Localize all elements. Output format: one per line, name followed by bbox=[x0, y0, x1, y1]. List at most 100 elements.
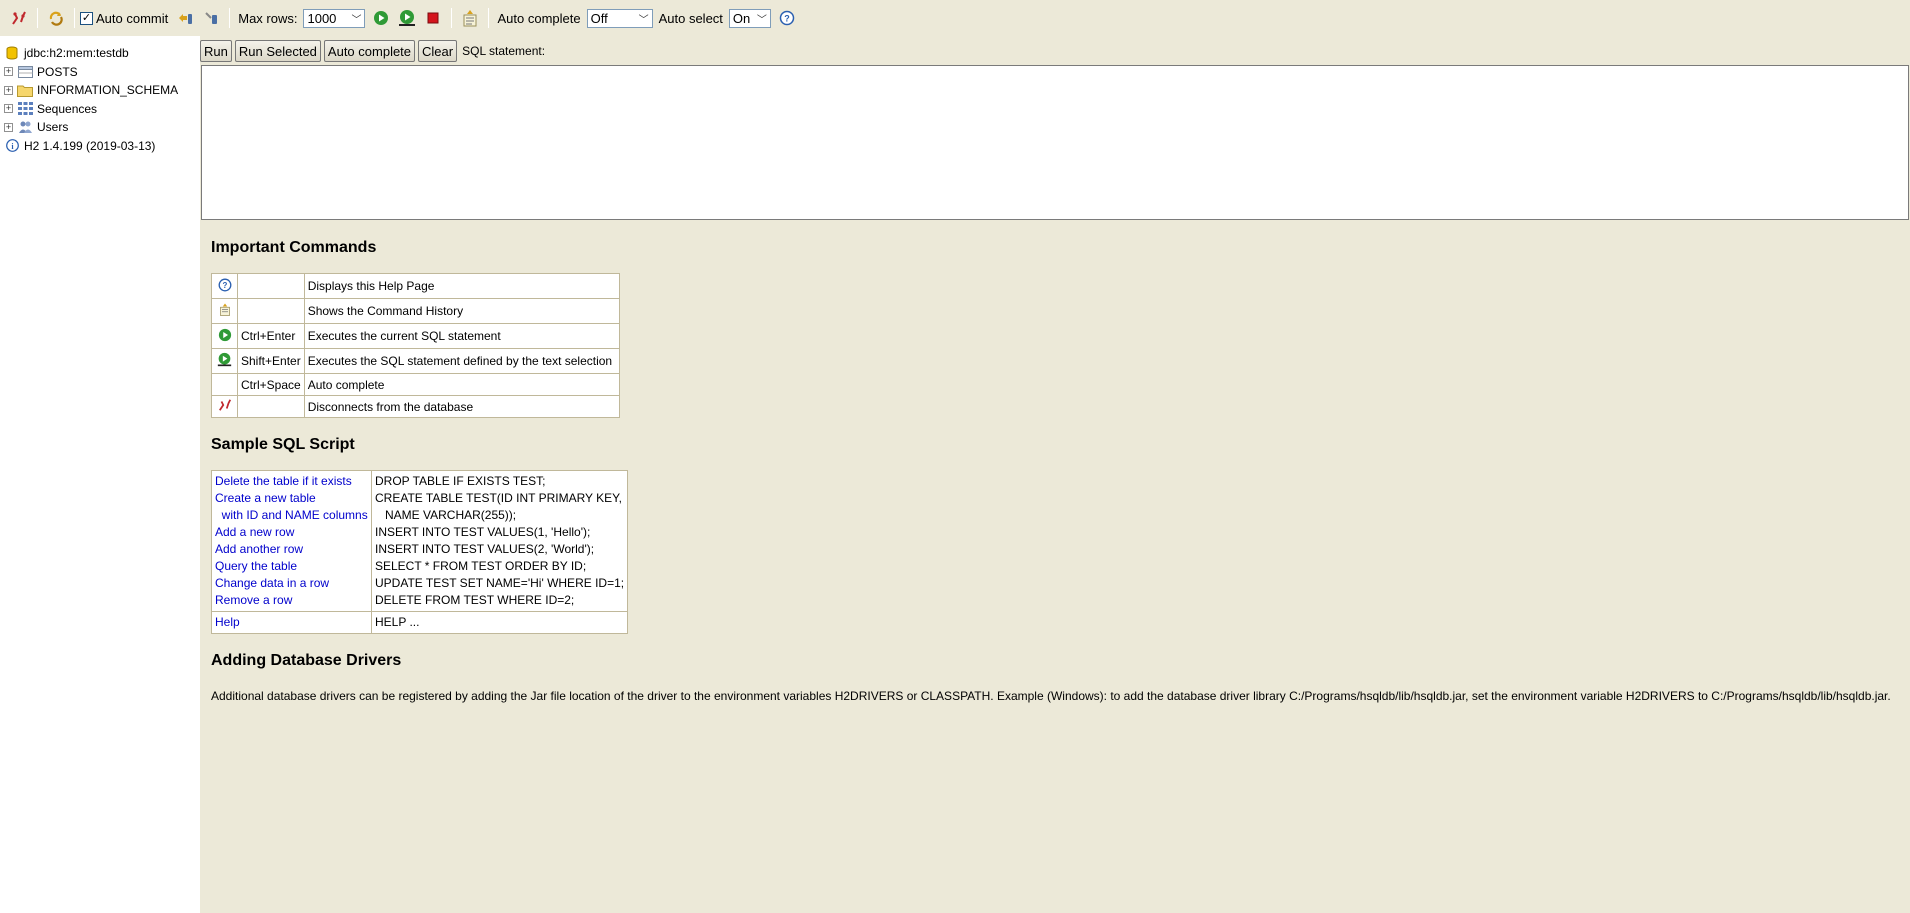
sql-editor[interactable] bbox=[201, 65, 1909, 220]
auto-complete-select[interactable]: Off ﹀ bbox=[586, 8, 653, 28]
chevron-down-icon: ﹀ bbox=[638, 14, 649, 26]
commit-icon[interactable] bbox=[175, 8, 195, 28]
chevron-down-icon: ﹀ bbox=[351, 14, 362, 26]
command-icon-cell bbox=[211, 395, 238, 418]
help-page: Important Commands ? Displays this Help … bbox=[211, 239, 1901, 704]
toolbar-separator bbox=[37, 8, 38, 28]
tree-item-information-schema[interactable]: + INFORMATION_SCHEMA bbox=[0, 81, 200, 100]
command-key: Shift+Enter bbox=[237, 348, 305, 374]
folder-icon bbox=[17, 83, 33, 97]
command-desc: Displays this Help Page bbox=[303, 273, 620, 299]
disconnect-icon[interactable] bbox=[9, 8, 29, 28]
command-key: Ctrl+Space bbox=[237, 373, 305, 396]
auto-complete-value: Off bbox=[590, 10, 608, 26]
help-code: HELP ... bbox=[370, 611, 629, 634]
sample-code-line: INSERT INTO TEST VALUES(2, 'World'); bbox=[375, 542, 595, 556]
command-icon-cell bbox=[211, 298, 238, 324]
run-selected-button[interactable]: Run Selected bbox=[234, 40, 321, 62]
sample-link[interactable]: Remove a row bbox=[215, 592, 368, 609]
sample-link[interactable]: Add a new row bbox=[215, 524, 368, 541]
toolbar: ✓ Auto commit Max rows: 1000 ﹀ Auto comp… bbox=[0, 0, 1910, 36]
sample-link[interactable]: Add another row bbox=[215, 541, 368, 558]
sample-link[interactable]: Create a new table bbox=[215, 490, 368, 507]
sample-links-cell: Delete the table if it exists Create a n… bbox=[211, 470, 372, 612]
history-icon[interactable] bbox=[460, 8, 480, 28]
sample-link[interactable]: Query the table bbox=[215, 558, 368, 575]
table-row: Shift+Enter Executes the SQL statement d… bbox=[211, 348, 620, 374]
expand-icon[interactable]: + bbox=[4, 104, 13, 114]
auto-commit-checkbox[interactable]: ✓ Auto commit bbox=[80, 11, 168, 26]
auto-complete-button[interactable]: Auto complete bbox=[323, 40, 416, 62]
tree-item-users[interactable]: + Users bbox=[0, 118, 200, 137]
help-link[interactable]: Help bbox=[211, 611, 372, 634]
disconnect-icon bbox=[218, 399, 232, 415]
database-icon bbox=[4, 46, 20, 60]
checkmark-icon[interactable]: ✓ bbox=[80, 11, 93, 25]
max-rows-select[interactable]: 1000 ﹀ bbox=[303, 8, 366, 28]
commands-table: ? Displays this Help Page Shows the Comm… bbox=[211, 273, 620, 418]
history-icon bbox=[219, 303, 231, 320]
tree-item-label: POSTS bbox=[37, 64, 78, 79]
sample-sql-heading: Sample SQL Script bbox=[211, 436, 355, 453]
expand-icon[interactable]: + bbox=[4, 122, 13, 132]
run-button[interactable]: Run bbox=[200, 40, 232, 62]
stop-icon[interactable] bbox=[423, 8, 443, 28]
command-key bbox=[237, 273, 305, 299]
sample-code-line: SELECT * FROM TEST ORDER BY ID; bbox=[375, 559, 587, 573]
auto-select-value: On bbox=[732, 10, 751, 26]
table-row: Disconnects from the database bbox=[211, 395, 620, 418]
connection-label: jdbc:h2:mem:testdb bbox=[24, 46, 129, 61]
clear-button[interactable]: Clear bbox=[418, 40, 458, 62]
tree-item-label: Users bbox=[37, 120, 69, 135]
auto-commit-label: Auto commit bbox=[96, 10, 169, 26]
sample-code-line: DELETE FROM TEST WHERE ID=2; bbox=[375, 593, 575, 607]
max-rows-label: Max rows: bbox=[238, 10, 298, 26]
help-icon[interactable]: ? bbox=[777, 8, 797, 28]
run-icon[interactable] bbox=[371, 8, 391, 28]
important-commands-heading: Important Commands bbox=[211, 239, 377, 256]
version-label: H2 1.4.199 (2019-03-13) bbox=[24, 138, 156, 153]
rollback-icon[interactable] bbox=[201, 8, 221, 28]
sample-code-cell: DROP TABLE IF EXISTS TEST; CREATE TABLE … bbox=[370, 470, 629, 612]
tree-version: i H2 1.4.199 (2019-03-13) bbox=[0, 137, 200, 156]
command-key bbox=[237, 395, 305, 418]
sample-code-line: INSERT INTO TEST VALUES(1, 'Hello'); bbox=[375, 525, 591, 539]
run-icon bbox=[218, 328, 232, 345]
command-icon-cell bbox=[211, 348, 238, 374]
tree-item-posts[interactable]: + POSTS bbox=[0, 63, 200, 82]
auto-select-label: Auto select bbox=[658, 10, 723, 26]
table-icon bbox=[17, 65, 33, 79]
expand-icon[interactable]: + bbox=[4, 67, 13, 77]
table-row: Help HELP ... bbox=[211, 611, 629, 634]
tree-item-sequences[interactable]: + Sequences bbox=[0, 100, 200, 119]
main-panel: Run Run Selected Auto complete Clear SQL… bbox=[200, 36, 1910, 913]
command-icon-cell bbox=[211, 323, 238, 349]
command-key: Ctrl+Enter bbox=[237, 323, 305, 349]
auto-select-select[interactable]: On ﹀ bbox=[728, 8, 771, 28]
help-icon: ? bbox=[218, 278, 232, 295]
sample-link[interactable]: Delete the table if it exists bbox=[215, 473, 368, 490]
sample-link[interactable]: with ID and NAME columns bbox=[215, 507, 368, 524]
table-row: Ctrl+Space Auto complete bbox=[211, 373, 620, 396]
sample-code-line: UPDATE TEST SET NAME='Hi' WHERE ID=1; bbox=[375, 576, 625, 590]
toolbar-separator bbox=[229, 8, 231, 28]
table-row: Shows the Command History bbox=[211, 298, 620, 324]
command-desc: Disconnects from the database bbox=[303, 395, 620, 418]
refresh-icon[interactable] bbox=[46, 8, 66, 28]
run-selected-icon bbox=[217, 352, 232, 370]
sample-code-line: CREATE TABLE TEST(ID INT PRIMARY KEY, bbox=[375, 491, 622, 505]
toolbar-separator bbox=[451, 8, 453, 28]
query-bar: Run Run Selected Auto complete Clear SQL… bbox=[200, 36, 1910, 66]
command-desc: Executes the SQL statement defined by th… bbox=[303, 348, 620, 374]
command-desc: Executes the current SQL statement bbox=[303, 323, 620, 349]
tree-connection[interactable]: jdbc:h2:mem:testdb bbox=[0, 44, 200, 63]
drivers-heading: Adding Database Drivers bbox=[211, 652, 402, 669]
command-icon-cell: ? bbox=[211, 273, 238, 299]
sample-link[interactable]: Change data in a row bbox=[215, 575, 368, 592]
tree-item-label: Sequences bbox=[37, 101, 98, 116]
command-icon-cell bbox=[211, 373, 238, 396]
sample-code-line: DROP TABLE IF EXISTS TEST; bbox=[375, 474, 546, 488]
run-selected-icon[interactable] bbox=[397, 8, 417, 28]
auto-complete-label: Auto complete bbox=[497, 10, 581, 26]
expand-icon[interactable]: + bbox=[4, 85, 13, 95]
